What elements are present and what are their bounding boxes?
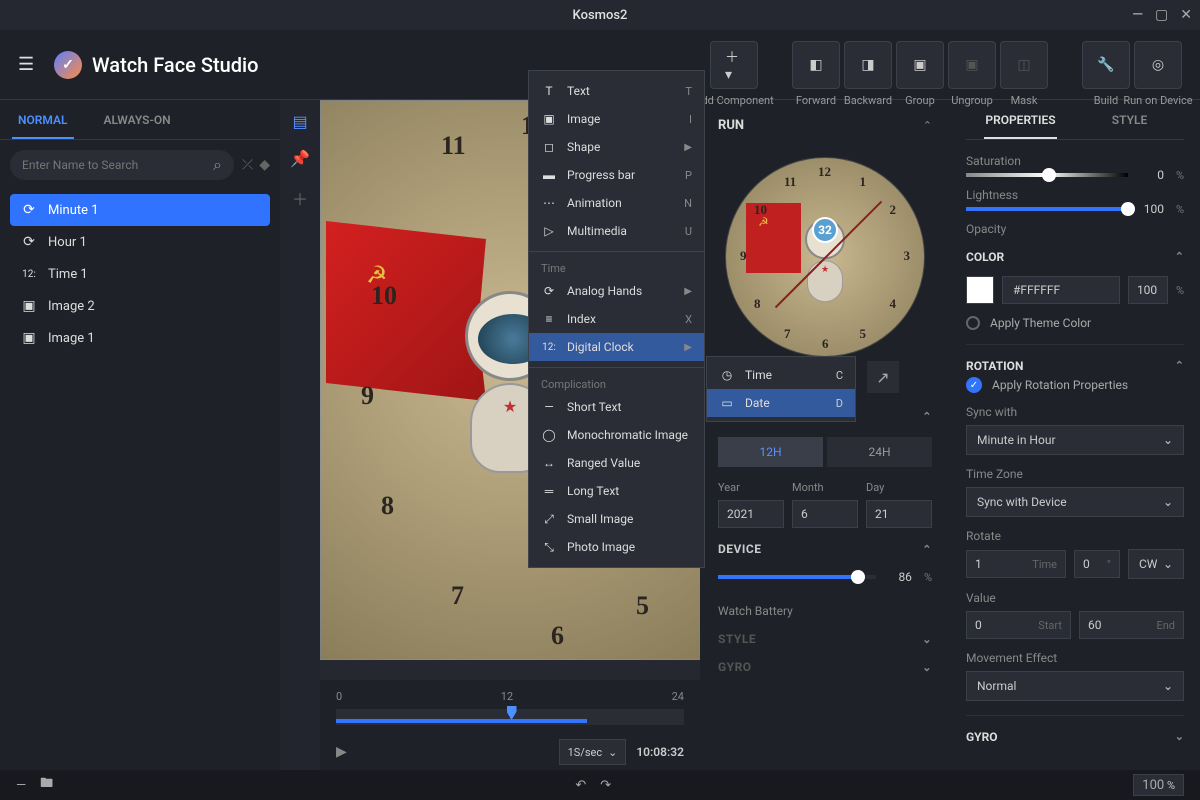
timezone-dropdown[interactable]: Sync with Device⌄ <box>966 487 1184 517</box>
year-input[interactable]: 2021 <box>718 500 784 528</box>
apply-rotation-checkbox[interactable]: ✓Apply Rotation Properties <box>966 377 1184 393</box>
tab-normal[interactable]: NORMAL <box>0 100 86 139</box>
layer-search-input[interactable]: ⌕ <box>10 150 234 180</box>
layer-list: ⟳Minute 1 ⟳Hour 1 12:Time 1 ▣Image 2 ▣Im… <box>0 190 280 770</box>
logo-icon: ✓ <box>54 51 82 79</box>
layer-item-image-2[interactable]: ▣Image 2 <box>10 290 270 322</box>
rotate-direction-dropdown[interactable]: CW⌄ <box>1128 549 1184 579</box>
apply-theme-color-radio[interactable]: Apply Theme Color <box>966 316 1184 330</box>
menu-item-index[interactable]: ≡IndexX <box>529 305 704 333</box>
zoom-level[interactable]: 100 % <box>1133 774 1184 796</box>
backward-button[interactable]: ◨Backward <box>844 41 892 89</box>
rotate-angle-input[interactable]: 0° <box>1074 550 1120 578</box>
layers-rail-icon[interactable]: ▤ <box>292 112 307 131</box>
saturation-slider[interactable] <box>966 173 1128 177</box>
tab-always-on[interactable]: ALWAYS-ON <box>86 100 189 139</box>
submenu-item-time[interactable]: ◷TimeC <box>707 361 855 389</box>
device-section-title: DEVICE <box>718 542 762 556</box>
color-swatch[interactable] <box>966 276 994 304</box>
run-on-device-button[interactable]: ◎Run on Device <box>1134 41 1182 89</box>
window-title: Kosmos2 <box>573 8 628 23</box>
submenu-item-date[interactable]: ▭DateD <box>707 389 855 417</box>
mask-button[interactable]: ◫Mask <box>1000 41 1048 89</box>
menu-item-progress[interactable]: ▬Progress barP <box>529 161 704 189</box>
speed-select[interactable]: 1S/sec⌄ <box>559 739 627 765</box>
color-opacity-input[interactable]: 100 <box>1128 276 1168 304</box>
tool-rail: ▤ 📌 ＋ <box>280 100 320 770</box>
menu-item-small-image[interactable]: ⤢Small Image <box>529 505 704 533</box>
timeline-scrubber[interactable] <box>336 709 684 725</box>
timeline: 0 12 24 ▶ 1S/sec⌄ 10:08:32 <box>320 680 700 770</box>
undo-icon[interactable]: ↶ <box>575 778 586 793</box>
minimize-icon[interactable]: — <box>1132 7 1143 23</box>
format-12h-button[interactable]: 12H <box>718 437 823 467</box>
lightness-slider[interactable] <box>966 207 1128 211</box>
menu-item-monochromatic[interactable]: ◯Monochromatic Image <box>529 421 704 449</box>
menu-item-digital-clock[interactable]: 12:Digital Clock▶ <box>529 333 704 361</box>
run-title: RUN <box>718 118 744 133</box>
menu-item-shape[interactable]: ◻Shape▶ <box>529 133 704 161</box>
layer-item-time[interactable]: 12:Time 1 <box>10 258 270 290</box>
open-external-icon[interactable]: ↗ <box>867 361 899 393</box>
status-bar: — 🖿 ↶ ↷ 100 % <box>0 770 1200 800</box>
layer-item-hour[interactable]: ⟳Hour 1 <box>10 226 270 258</box>
value-end-input[interactable]: 60End <box>1079 611 1184 639</box>
chevron-down-icon[interactable]: ⌃ <box>922 410 932 423</box>
day-input[interactable]: 21 <box>866 500 932 528</box>
menu-item-long-text[interactable]: ═Long Text <box>529 477 704 505</box>
menu-item-analog-hands[interactable]: ⟳Analog Hands▶ <box>529 277 704 305</box>
redo-icon[interactable]: ↷ <box>600 778 611 793</box>
timeline-thumb[interactable] <box>507 706 517 720</box>
time-display: 10:08:32 <box>636 745 684 759</box>
value-start-input[interactable]: 0Start <box>966 611 1071 639</box>
add-rail-icon[interactable]: ＋ <box>292 186 308 210</box>
layers-panel: NORMAL ALWAYS-ON ⌕ ⤫ ◆ ⟳Minute 1 ⟳Hour 1… <box>0 100 280 770</box>
menu-item-text[interactable]: TTextT <box>529 77 704 105</box>
layer-item-minute[interactable]: ⟳Minute 1 <box>10 194 270 226</box>
close-icon[interactable]: ✕ <box>1180 7 1192 23</box>
app-name: Watch Face Studio <box>92 53 258 77</box>
folder-icon[interactable]: 🖿 <box>40 774 53 796</box>
color-hex-input[interactable]: #FFFFFF <box>1002 276 1120 304</box>
menu-item-multimedia[interactable]: ▷MultimediaU <box>529 217 704 245</box>
menu-item-short-text[interactable]: —Short Text <box>529 393 704 421</box>
maximize-icon[interactable]: ▢ <box>1155 7 1168 23</box>
menu-icon[interactable]: ☰ <box>18 54 46 75</box>
menu-item-photo-image[interactable]: ⤡Photo Image <box>529 533 704 561</box>
lock-icon[interactable]: ◆ <box>259 157 270 173</box>
search-icon: ⌕ <box>213 155 222 175</box>
build-button[interactable]: 🔧Build <box>1082 41 1130 89</box>
menu-item-animation[interactable]: ⋯AnimationN <box>529 189 704 217</box>
forward-button[interactable]: ◧Forward <box>792 41 840 89</box>
add-component-button[interactable]: ＋ ▾Add Component <box>710 41 758 89</box>
ungroup-button[interactable]: ▣Ungroup <box>948 41 996 89</box>
collapse-run-icon[interactable]: ⌃ <box>923 119 932 132</box>
sync-with-dropdown[interactable]: Minute in Hour⌄ <box>966 425 1184 455</box>
group-button[interactable]: ▣Group <box>896 41 944 89</box>
titlebar: Kosmos2 — ▢ ✕ <box>0 0 1200 30</box>
movement-dropdown[interactable]: Normal⌄ <box>966 671 1184 701</box>
digital-clock-submenu: ◷TimeC ▭DateD ↗ <box>706 356 856 422</box>
menu-item-image[interactable]: ▣ImageI <box>529 105 704 133</box>
rotate-times-input[interactable]: 1Time <box>966 550 1066 578</box>
pin-rail-icon[interactable]: 📌 <box>290 149 310 168</box>
app-logo: ✓ Watch Face Studio <box>54 51 258 79</box>
tab-properties[interactable]: PROPERTIES <box>966 100 1075 139</box>
layer-item-image-1[interactable]: ▣Image 1 <box>10 322 270 354</box>
play-button[interactable]: ▶ <box>336 744 347 760</box>
month-input[interactable]: 6 <box>792 500 858 528</box>
menu-item-ranged-value[interactable]: ↔Ranged Value <box>529 449 704 477</box>
hide-icon[interactable]: ⤫ <box>242 157 253 173</box>
format-24h-button[interactable]: 24H <box>827 437 932 467</box>
add-component-menu: TTextT ▣ImageI ◻Shape▶ ▬Progress barP ⋯A… <box>528 70 705 568</box>
properties-panel: PROPERTIES STYLE Saturation 0% Lightness… <box>950 100 1200 770</box>
remove-icon[interactable]: — <box>16 778 26 793</box>
watch-preview: 12 11 1 10 2 9 3 8 4 7 5 6 32 <box>725 157 925 357</box>
battery-slider[interactable] <box>718 575 876 579</box>
run-panel: RUN ⌃ 12 11 1 10 2 9 3 8 4 7 5 6 32 THEM… <box>700 100 950 770</box>
